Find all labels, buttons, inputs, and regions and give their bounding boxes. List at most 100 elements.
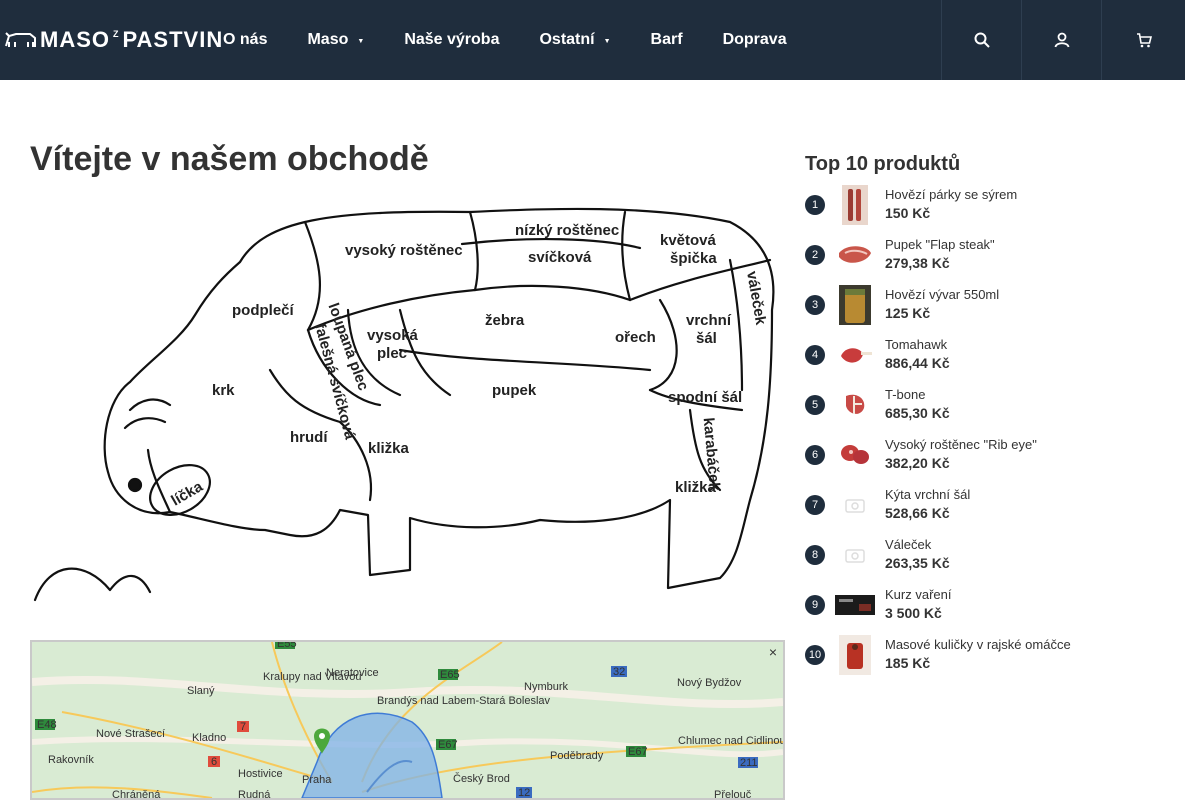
nav-label: Ostatní (539, 31, 595, 48)
product-price: 185 Kč (885, 655, 931, 671)
list-item[interactable]: 4 Tomahawk 886,44 Kč (805, 330, 1185, 380)
search-button[interactable] (941, 0, 1021, 80)
main-nav: O nás Maso ▼ Naše výroba Ostatní ▼ Barf Do… (223, 0, 827, 80)
rank-badge: 7 (805, 495, 825, 515)
logo-text-right: PASTVIN (122, 27, 224, 52)
product-thumbnail[interactable] (835, 185, 875, 225)
rank-badge: 6 (805, 445, 825, 465)
nav-item-maso[interactable]: Maso ▼ (307, 31, 364, 49)
product-thumbnail[interactable] (835, 235, 875, 275)
cut-label: svíčková (528, 249, 592, 266)
list-item[interactable]: 6 Vysoký roštěnec "Rib eye" 382,20 Kč (805, 430, 1185, 480)
beef-cuts-diagram: vysoký roštěnec nízký roštěnec svíčková … (33, 207, 775, 602)
cut-label: vysoká (367, 327, 419, 344)
cut-label: špička (670, 250, 717, 267)
product-name[interactable]: Masové kuličky v rajské omáčce (885, 637, 1071, 652)
map-place: Poděbrady (550, 750, 604, 762)
map-place: Rakovník (48, 754, 94, 766)
cut-label: spodní šál (668, 389, 742, 406)
product-name[interactable]: Vysoký roštěnec "Rib eye" (885, 437, 1037, 452)
cart-icon (1136, 33, 1152, 48)
product-name[interactable]: Pupek "Flap steak" (885, 237, 995, 252)
road-sign: 12 (518, 787, 530, 798)
product-thumbnail[interactable] (835, 585, 875, 625)
product-thumbnail[interactable] (835, 285, 875, 325)
nav-item-o-nas[interactable]: O nás (223, 31, 267, 49)
rank-badge: 1 (805, 195, 825, 215)
product-thumbnail[interactable] (835, 485, 875, 525)
tbone-icon (846, 394, 865, 414)
ribeye-icon (841, 445, 869, 464)
caret-down-icon: ▼ (603, 38, 611, 45)
product-name[interactable]: Tomahawk (885, 337, 947, 352)
list-item[interactable]: 8 Váleček 263,35 Kč (805, 530, 1185, 580)
map-place: Nymburk (524, 681, 569, 693)
steak-icon (839, 246, 871, 263)
nav-item-barf[interactable]: Barf (651, 31, 683, 49)
cut-label: pupek (492, 382, 537, 399)
cut-label: žebra (485, 312, 525, 329)
road-sign: 211 (740, 757, 758, 769)
road-sign: E67 (628, 746, 648, 758)
product-thumbnail[interactable] (835, 535, 875, 575)
nav-item-nase-vyroba[interactable]: Naše výroba (404, 31, 499, 49)
cut-label: krk (212, 382, 235, 399)
product-price: 263,35 Kč (885, 555, 950, 571)
list-item[interactable]: 7 Kýta vrchní šál 528,66 Kč (805, 480, 1185, 530)
cut-label: hrudí (290, 429, 328, 446)
cut-label: plec (377, 345, 407, 362)
road-sign: E48 (37, 719, 57, 731)
product-name[interactable]: Kýta vrchní šál (885, 487, 970, 502)
map-place: Slaný (187, 685, 215, 697)
rank-badge: 10 (805, 645, 825, 665)
list-item[interactable]: 2 Pupek "Flap steak" 279,38 Kč (805, 230, 1185, 280)
site-header: MASO Z PASTVIN O nás Maso ▼ Naše výroba O… (0, 0, 1185, 80)
cut-label: vrchní (686, 312, 732, 329)
product-thumbnail[interactable] (835, 435, 875, 475)
list-item[interactable]: 9 Kurz vaření 3 500 Kč (805, 580, 1185, 630)
map-place: Nový Bydžov (677, 677, 742, 689)
cut-label: kližka (368, 440, 410, 457)
product-name[interactable]: Hovězí párky se sýrem (885, 187, 1017, 202)
product-price: 125 Kč (885, 305, 931, 321)
list-item[interactable]: 1 Hovězí párky se sýrem 150 Kč (805, 180, 1185, 230)
road-sign: E67 (438, 739, 458, 751)
page-title: Vítejte v našem obchodě (30, 140, 429, 178)
delivery-map[interactable]: Kralupy nad Vltavou Neratovice Brandýs n… (30, 640, 785, 800)
list-item[interactable]: 3 Hovězí vývar 550ml 125 Kč (805, 280, 1185, 330)
cut-label: ořech (615, 329, 656, 346)
logo-text-left: MASO (40, 27, 110, 52)
road-sign: 7 (240, 721, 246, 733)
road-sign: E65 (440, 669, 460, 681)
product-thumbnail[interactable] (835, 335, 875, 375)
rank-badge: 9 (805, 595, 825, 615)
product-thumbnail[interactable] (835, 385, 875, 425)
cart-button[interactable] (1101, 0, 1185, 80)
product-name[interactable]: Kurz vaření (885, 587, 951, 602)
top-products-list: 1 Hovězí párky se sýrem 150 Kč 2 Pupek "… (805, 180, 1185, 680)
nav-item-doprava[interactable]: Doprava (723, 31, 787, 49)
product-thumbnail[interactable] (835, 635, 875, 675)
cut-label: nízký roštěnec (515, 222, 619, 239)
list-item[interactable]: 10 Masové kuličky v rajské omáčce 185 Kč (805, 630, 1185, 680)
cut-label: podplečí (232, 302, 295, 319)
nav-label: Naše výroba (404, 31, 500, 48)
nav-label: Maso (307, 31, 349, 48)
account-button[interactable] (1021, 0, 1101, 80)
product-name[interactable]: T-bone (885, 387, 925, 402)
product-price: 3 500 Kč (885, 605, 942, 621)
rank-badge: 5 (805, 395, 825, 415)
cut-label: váleček (743, 270, 769, 327)
map-place: Český Brod (453, 772, 510, 785)
site-logo[interactable]: MASO Z PASTVIN (4, 26, 223, 54)
list-item[interactable]: 5 T-bone 685,30 Kč (805, 380, 1185, 430)
product-name[interactable]: Hovězí vývar 550ml (885, 287, 999, 302)
map-canvas[interactable]: Kralupy nad Vltavou Neratovice Brandýs n… (32, 642, 783, 798)
map-close-button[interactable]: × (769, 644, 777, 660)
road-sign: E55 (277, 642, 297, 650)
map-place: Praha (302, 774, 332, 786)
nav-item-ostatni[interactable]: Ostatní ▼ (539, 31, 610, 49)
product-name[interactable]: Váleček (885, 537, 931, 552)
product-price: 685,30 Kč (885, 405, 950, 421)
meatballs-icon (839, 635, 871, 675)
